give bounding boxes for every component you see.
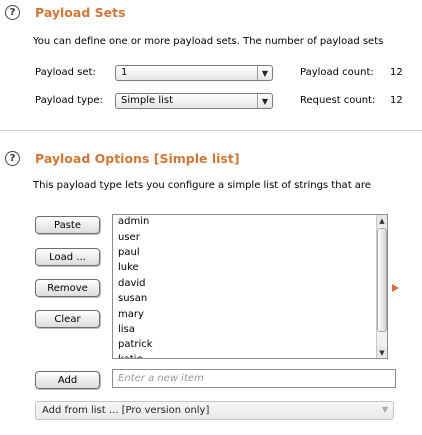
add-button[interactable]: Add bbox=[35, 371, 100, 389]
chevron-down-icon: ▼ bbox=[381, 405, 388, 414]
new-item-input[interactable]: Enter a new item bbox=[112, 369, 396, 388]
payload-count-label: Payload count: bbox=[300, 67, 374, 78]
payload-sets-description: You can define one or more payload sets.… bbox=[33, 36, 384, 47]
list-item[interactable]: luke bbox=[118, 262, 139, 274]
scroll-down-icon[interactable]: ▼ bbox=[377, 347, 387, 358]
list-item[interactable]: patrick bbox=[118, 339, 153, 351]
add-from-list-value: Add from list ... [Pro version only] bbox=[42, 405, 210, 416]
payload-count-value: 12 bbox=[390, 67, 403, 78]
help-icon[interactable]: ? bbox=[5, 5, 20, 20]
section-divider bbox=[0, 130, 422, 131]
remove-button[interactable]: Remove bbox=[35, 279, 100, 297]
list-item[interactable]: susan bbox=[118, 293, 147, 305]
list-item[interactable]: user bbox=[118, 232, 140, 244]
help-icon[interactable]: ? bbox=[5, 151, 20, 166]
clear-button[interactable]: Clear bbox=[35, 310, 100, 328]
payload-type-label: Payload type: bbox=[35, 95, 103, 106]
list-item[interactable]: katie bbox=[118, 354, 143, 358]
payload-options-description: This payload type lets you configure a s… bbox=[33, 180, 371, 191]
request-count-label: Request count: bbox=[300, 95, 376, 106]
chevron-down-icon: ▼ bbox=[257, 66, 272, 80]
load-button[interactable]: Load ... bbox=[35, 248, 100, 266]
chevron-down-icon: ▼ bbox=[257, 94, 272, 108]
list-item[interactable]: mary bbox=[118, 309, 144, 321]
request-count-value: 12 bbox=[390, 95, 403, 106]
payload-options-title: Payload Options [Simple list] bbox=[35, 151, 240, 166]
expand-arrow-icon[interactable] bbox=[392, 284, 399, 292]
scroll-up-icon[interactable]: ▲ bbox=[377, 215, 387, 226]
list-item[interactable]: admin bbox=[118, 216, 149, 228]
payload-type-value: Simple list bbox=[121, 95, 174, 106]
list-item[interactable]: david bbox=[118, 278, 146, 290]
payload-set-select[interactable]: 1 ▼ bbox=[115, 65, 273, 81]
list-item[interactable]: lisa bbox=[118, 324, 135, 336]
payload-type-select[interactable]: Simple list ▼ bbox=[115, 93, 273, 109]
list-item[interactable]: paul bbox=[118, 247, 140, 259]
payload-set-label: Payload set: bbox=[35, 67, 96, 78]
add-from-list-select[interactable]: Add from list ... [Pro version only] ▼ bbox=[35, 401, 394, 420]
payload-sets-title: Payload Sets bbox=[35, 5, 126, 20]
payload-list[interactable]: admin user paul luke david susan mary li… bbox=[112, 214, 388, 359]
scroll-thumb[interactable] bbox=[377, 228, 387, 332]
paste-button[interactable]: Paste bbox=[35, 216, 100, 234]
payload-set-value: 1 bbox=[121, 67, 128, 78]
list-scrollbar[interactable]: ▲ ▼ bbox=[376, 215, 387, 358]
